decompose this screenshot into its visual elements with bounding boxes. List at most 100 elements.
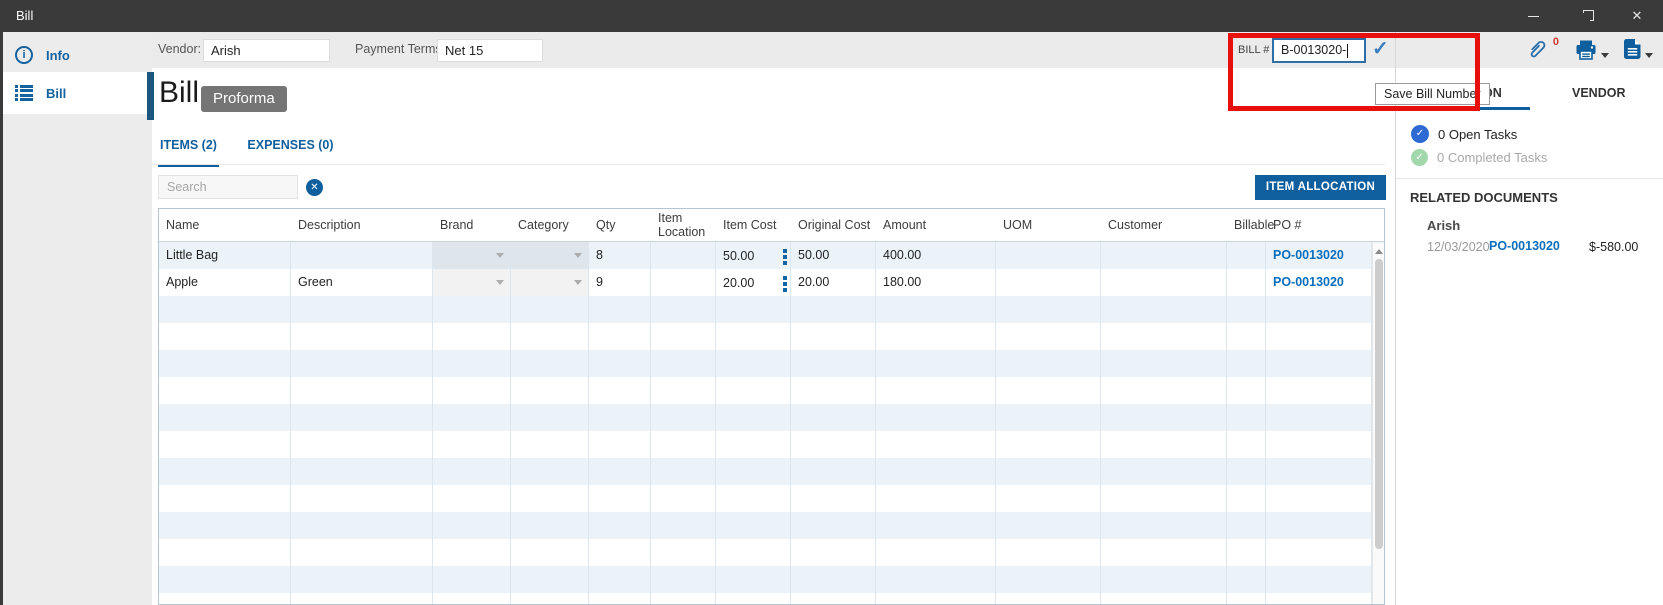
cell-billable[interactable]	[1227, 269, 1266, 296]
cell-empty[interactable]	[651, 323, 716, 350]
cell-amount[interactable]: 400.00	[876, 242, 996, 269]
table-scrollbar[interactable]	[1372, 243, 1384, 604]
cell-empty[interactable]	[996, 350, 1101, 377]
cell-empty[interactable]	[1227, 458, 1266, 485]
cell-empty[interactable]	[433, 350, 511, 377]
cell-empty[interactable]	[433, 296, 511, 323]
cell-empty[interactable]	[1227, 566, 1266, 593]
attachment-button[interactable]	[1525, 39, 1547, 61]
cell-empty[interactable]	[1101, 404, 1227, 431]
cell-item-cost[interactable]: 20.00	[716, 269, 791, 296]
cell-empty[interactable]	[511, 539, 589, 566]
cell-empty[interactable]	[996, 512, 1101, 539]
cell-empty[interactable]	[1227, 431, 1266, 458]
cell-empty[interactable]	[1101, 296, 1227, 323]
cell-empty[interactable]	[1227, 350, 1266, 377]
cell-empty[interactable]	[716, 539, 791, 566]
cell-empty[interactable]	[1266, 323, 1372, 350]
cell-empty[interactable]	[1227, 485, 1266, 512]
cell-original-cost[interactable]: 50.00	[791, 242, 876, 269]
minimize-button[interactable]	[1507, 0, 1559, 32]
restore-button[interactable]	[1559, 0, 1611, 32]
scrollbar-thumb[interactable]	[1375, 259, 1383, 549]
cell-empty[interactable]	[159, 566, 291, 593]
cell-empty[interactable]	[433, 539, 511, 566]
cell-empty[interactable]	[589, 350, 651, 377]
cell-item-location[interactable]	[651, 242, 716, 269]
cell-empty[interactable]	[791, 512, 876, 539]
cell-empty[interactable]	[651, 431, 716, 458]
cell-empty[interactable]	[1101, 566, 1227, 593]
cell-empty[interactable]	[291, 539, 433, 566]
print-button[interactable]	[1575, 40, 1597, 60]
cell-empty[interactable]	[996, 323, 1101, 350]
cell-empty[interactable]	[511, 431, 589, 458]
cell-empty[interactable]	[291, 377, 433, 404]
cell-empty[interactable]	[511, 593, 589, 604]
cell-empty[interactable]	[996, 377, 1101, 404]
cell-empty[interactable]	[996, 566, 1101, 593]
cell-empty[interactable]	[716, 593, 791, 604]
cell-empty[interactable]	[1227, 404, 1266, 431]
cell-empty[interactable]	[1266, 377, 1372, 404]
cell-empty[interactable]	[791, 296, 876, 323]
po-link[interactable]: PO-0013020	[1489, 239, 1560, 253]
cell-empty[interactable]	[876, 377, 996, 404]
cell-empty[interactable]	[791, 350, 876, 377]
cell-empty[interactable]	[589, 566, 651, 593]
cell-empty[interactable]	[159, 485, 291, 512]
cell-empty[interactable]	[1266, 539, 1372, 566]
cell-category-dropdown[interactable]	[511, 242, 589, 269]
close-button[interactable]: ✕	[1611, 0, 1663, 32]
cell-empty[interactable]	[1101, 458, 1227, 485]
cell-empty[interactable]	[433, 323, 511, 350]
cell-description[interactable]: Green	[291, 269, 433, 296]
cell-customer[interactable]	[1101, 269, 1227, 296]
cell-empty[interactable]	[433, 593, 511, 604]
cell-empty[interactable]	[716, 350, 791, 377]
sidebar-item-bill[interactable]: Bill	[3, 72, 152, 114]
cell-empty[interactable]	[716, 323, 791, 350]
clear-search-button[interactable]: ✕	[306, 179, 323, 196]
cell-empty[interactable]	[876, 431, 996, 458]
cell-empty[interactable]	[291, 458, 433, 485]
cell-empty[interactable]	[433, 512, 511, 539]
cell-empty[interactable]	[996, 431, 1101, 458]
search-input[interactable]: Search	[158, 175, 298, 199]
cell-empty[interactable]	[159, 377, 291, 404]
cell-empty[interactable]	[589, 458, 651, 485]
cell-empty[interactable]	[1101, 512, 1227, 539]
cell-empty[interactable]	[1101, 593, 1227, 604]
cell-empty[interactable]	[589, 377, 651, 404]
cell-empty[interactable]	[651, 296, 716, 323]
cell-empty[interactable]	[291, 296, 433, 323]
cell-empty[interactable]	[1266, 404, 1372, 431]
cell-empty[interactable]	[511, 404, 589, 431]
cell-empty[interactable]	[716, 404, 791, 431]
cell-empty[interactable]	[589, 512, 651, 539]
cell-empty[interactable]	[589, 404, 651, 431]
cell-empty[interactable]	[651, 512, 716, 539]
cell-empty[interactable]	[651, 485, 716, 512]
po-link[interactable]: PO-0013020	[1273, 275, 1344, 289]
tab-vendor[interactable]: VENDOR	[1572, 86, 1625, 100]
cell-brand-dropdown[interactable]	[433, 269, 511, 296]
cell-empty[interactable]	[589, 323, 651, 350]
cell-empty[interactable]	[996, 593, 1101, 604]
cell-empty[interactable]	[1266, 458, 1372, 485]
document-dropdown-caret-icon[interactable]	[1645, 53, 1653, 58]
cell-empty[interactable]	[651, 593, 716, 604]
cell-empty[interactable]	[716, 458, 791, 485]
row-menu-icon[interactable]	[783, 247, 787, 265]
cell-empty[interactable]	[589, 296, 651, 323]
cell-empty[interactable]	[291, 431, 433, 458]
cell-empty[interactable]	[791, 566, 876, 593]
cell-empty[interactable]	[433, 458, 511, 485]
cell-empty[interactable]	[511, 512, 589, 539]
cell-empty[interactable]	[996, 296, 1101, 323]
cell-empty[interactable]	[291, 323, 433, 350]
cell-empty[interactable]	[876, 296, 996, 323]
cell-empty[interactable]	[1227, 296, 1266, 323]
sidebar-item-info[interactable]: i Info	[3, 38, 152, 72]
payment-terms-field[interactable]: Net 15	[437, 39, 543, 62]
